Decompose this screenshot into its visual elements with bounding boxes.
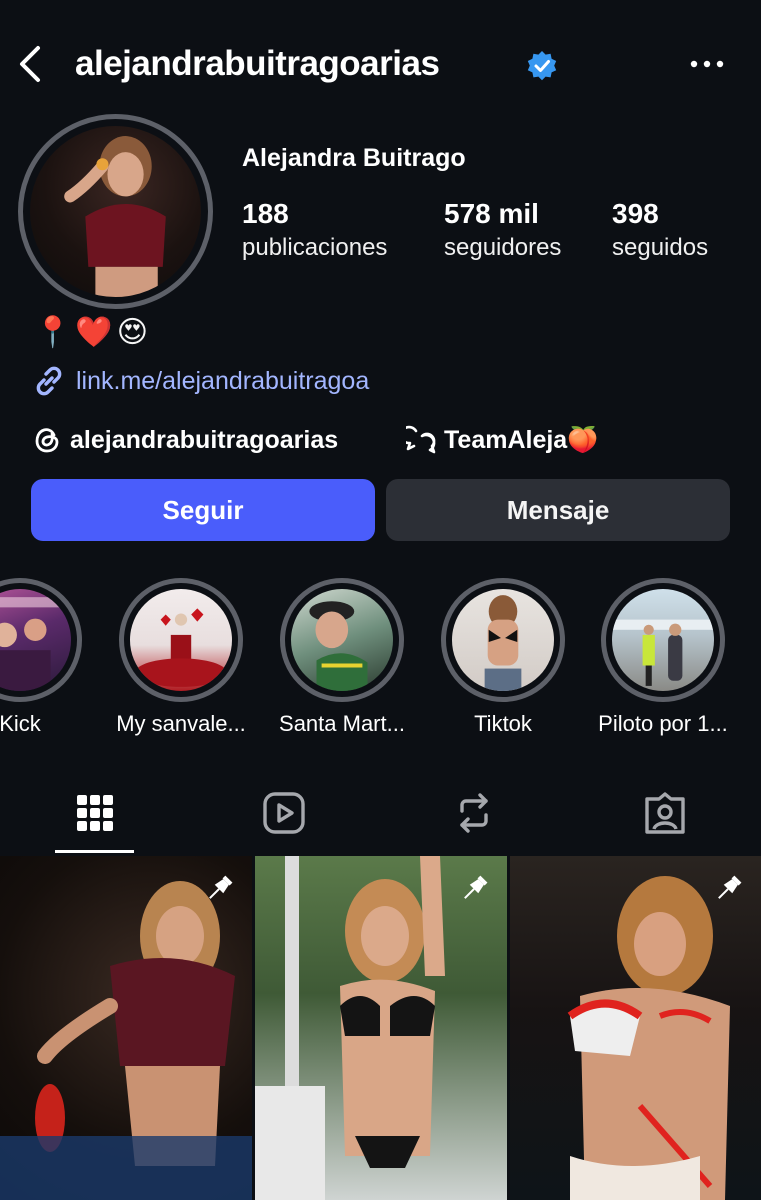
- grid-icon: [77, 795, 113, 831]
- highlight-label: Kick: [0, 711, 41, 736]
- stat-followers-label: seguidores: [444, 234, 562, 261]
- threads-handle: alejandrabuitragoarias: [70, 425, 339, 454]
- broadcast-channel-icon: [406, 425, 436, 454]
- threads-badge[interactable]: alejandrabuitragoarias: [32, 422, 338, 458]
- link-icon: [36, 366, 62, 396]
- post-thumbnail[interactable]: [510, 856, 761, 1200]
- stat-following[interactable]: 398 seguidos: [612, 198, 708, 262]
- back-button[interactable]: [16, 44, 46, 84]
- stat-followers-value: 578 mil: [444, 198, 539, 229]
- channel-name: TeamAleja🍑: [444, 425, 599, 454]
- post-thumbnail[interactable]: [255, 856, 507, 1200]
- more-dots-icon: [690, 60, 724, 68]
- highlight-cover: [0, 589, 71, 691]
- profile-username: alejandrabuitragoarias: [75, 44, 440, 83]
- tab-reposts[interactable]: [444, 785, 504, 841]
- tab-posts-grid[interactable]: [65, 785, 125, 841]
- stat-followers[interactable]: 578 mil seguidores: [444, 198, 561, 262]
- active-tab-indicator: [55, 850, 134, 853]
- highlight-cover: [452, 589, 554, 691]
- highlight-item[interactable]: Santa Mart...: [279, 578, 405, 736]
- bio-text: 📍❤️😍: [34, 316, 152, 349]
- threads-icon: [35, 428, 59, 453]
- stat-posts-value: 188: [242, 198, 289, 229]
- tab-tagged[interactable]: [635, 785, 695, 841]
- message-button[interactable]: Mensaje: [386, 479, 730, 541]
- verified-badge-icon: [526, 50, 558, 82]
- avatar-photo: [30, 126, 201, 297]
- display-name: Alejandra Buitrago: [242, 144, 466, 172]
- bio-link-text: link.me/alejandrabuitragoa: [76, 366, 370, 395]
- post-thumbnail[interactable]: [0, 856, 252, 1200]
- pin-icon: [209, 875, 233, 899]
- highlight-item[interactable]: Piloto por 1...: [598, 578, 728, 736]
- stat-following-label: seguidos: [612, 234, 709, 261]
- highlight-label: Santa Mart...: [279, 711, 405, 736]
- stat-posts-label: publicaciones: [242, 234, 388, 261]
- tab-reels[interactable]: [254, 785, 314, 841]
- stat-following-value: 398: [612, 198, 659, 229]
- highlight-item[interactable]: Tiktok: [441, 578, 565, 736]
- bio-link[interactable]: link.me/alejandrabuitragoa: [32, 364, 369, 398]
- pin-icon: [464, 875, 488, 899]
- highlight-cover: [612, 589, 714, 691]
- highlight-cover: [291, 589, 393, 691]
- highlight-label: Tiktok: [474, 711, 532, 736]
- follow-button[interactable]: Seguir: [31, 479, 375, 541]
- highlight-label: My sanvale...: [116, 711, 246, 736]
- highlight-cover: [130, 589, 232, 691]
- highlight-label: Piloto por 1...: [598, 711, 728, 736]
- channel-badge[interactable]: TeamAleja🍑: [406, 422, 598, 458]
- tagged-icon: [645, 792, 685, 834]
- highlight-item[interactable]: Kick: [0, 578, 82, 736]
- more-options-button[interactable]: [688, 50, 728, 80]
- pin-icon: [718, 875, 742, 899]
- profile-avatar[interactable]: [18, 114, 213, 309]
- reposts-icon: [460, 793, 488, 833]
- stat-posts[interactable]: 188 publicaciones: [242, 198, 387, 262]
- highlight-item[interactable]: My sanvale...: [116, 578, 246, 736]
- profile-header: alejandrabuitragoarias: [0, 30, 761, 100]
- chevron-left-icon: [20, 46, 40, 82]
- reels-icon: [263, 792, 305, 834]
